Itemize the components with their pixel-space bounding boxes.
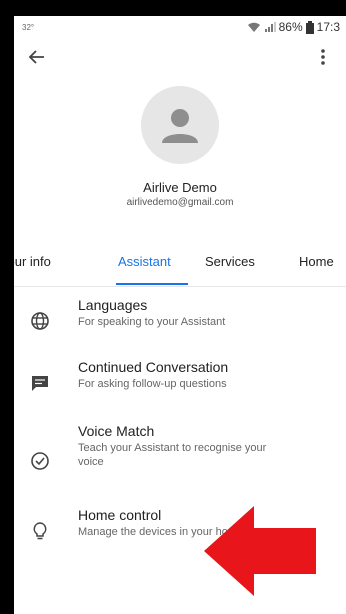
- setting-title: Languages: [78, 297, 148, 313]
- setting-title: Continued Conversation: [78, 359, 229, 375]
- setting-subtitle: For asking follow-up questions: [78, 378, 227, 390]
- globe-icon: [28, 309, 52, 333]
- back-button[interactable]: [24, 44, 50, 70]
- back-arrow-icon: [28, 50, 44, 64]
- status-bar: 32° 86% 17:3: [14, 16, 346, 38]
- setting-continued-conversation[interactable]: Continued Conversation For asking follow…: [14, 359, 346, 415]
- more-vert-icon: [321, 49, 325, 65]
- tab-bar: Your info Assistant Services Home: [14, 242, 346, 287]
- voice-match-icon: [28, 449, 52, 473]
- status-temperature: 32°: [22, 22, 35, 32]
- setting-title: Voice Match: [78, 423, 155, 439]
- active-tab-indicator: [116, 283, 188, 285]
- profile-section: Airlive Demo airlivedemo@gmail.com: [14, 86, 346, 208]
- status-time: 17:3: [316, 20, 340, 34]
- signal-icon: [264, 22, 276, 32]
- wifi-icon: [247, 22, 260, 32]
- person-icon: [162, 109, 198, 143]
- setting-languages[interactable]: Languages For speaking to your Assistant: [14, 297, 346, 351]
- overflow-menu-button[interactable]: [310, 44, 336, 70]
- tab-assistant[interactable]: Assistant: [118, 254, 171, 269]
- setting-subtitle: For speaking to your Assistant: [78, 316, 226, 328]
- tab-home[interactable]: Home: [299, 254, 334, 269]
- setting-subtitle: Teach your Assistant to recognise your v…: [78, 442, 267, 468]
- battery-icon: [305, 20, 314, 34]
- app-bar: [14, 38, 346, 76]
- avatar[interactable]: [141, 86, 219, 164]
- setting-voice-match[interactable]: Voice Match Teach your Assistant to reco…: [14, 423, 346, 499]
- account-email: airlivedemo@gmail.com: [126, 197, 234, 208]
- battery-percent: 86%: [278, 20, 303, 34]
- account-name: Airlive Demo: [143, 180, 217, 195]
- lightbulb-icon: [28, 519, 52, 543]
- annotation-arrow: [204, 506, 316, 596]
- tab-your-info[interactable]: Your info: [14, 254, 51, 269]
- tab-services[interactable]: Services: [205, 254, 255, 269]
- chat-icon: [28, 371, 52, 395]
- phone-screen: 32° 86% 17:3 Airlive Demo airlivedemo@gm…: [14, 16, 346, 614]
